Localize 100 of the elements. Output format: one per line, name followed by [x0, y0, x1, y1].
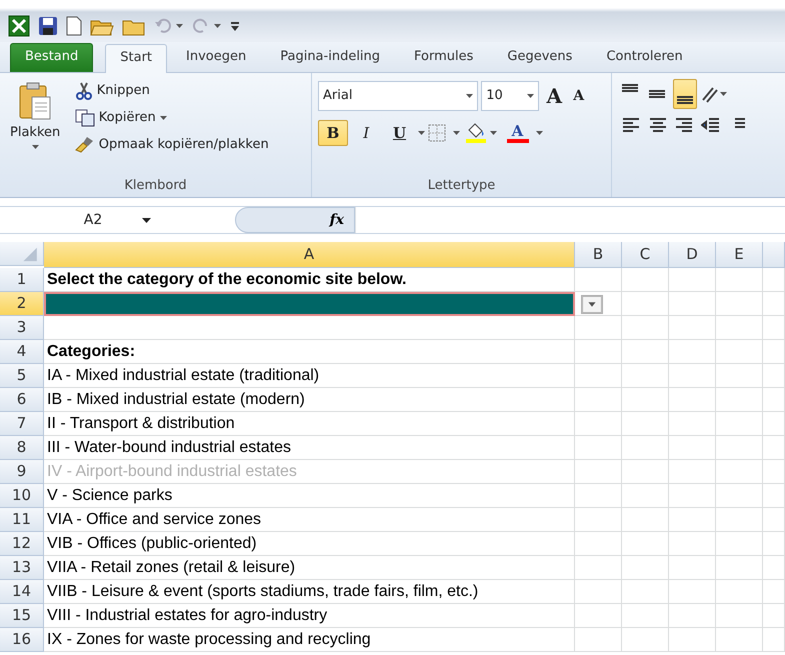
- row-header[interactable]: 11: [0, 508, 44, 532]
- row-header[interactable]: 2: [0, 292, 44, 316]
- table-cell: [622, 436, 669, 460]
- table-cell: [716, 604, 763, 628]
- table-cell: [669, 364, 716, 388]
- input-cell[interactable]: [44, 292, 575, 316]
- table-cell: [763, 628, 785, 652]
- table-cell: [622, 340, 669, 364]
- row-header[interactable]: 16: [0, 628, 44, 652]
- table-cell: [763, 580, 785, 604]
- row-header[interactable]: 6: [0, 388, 44, 412]
- table-cell: [716, 316, 763, 340]
- customize-toolbar-icon[interactable]: [230, 20, 240, 32]
- table-cell: III - Water-bound industrial estates: [44, 436, 575, 460]
- ribbon-tab[interactable]: Gegevens: [492, 43, 588, 72]
- column-header[interactable]: B: [575, 242, 622, 268]
- row-header[interactable]: 12: [0, 532, 44, 556]
- table-cell: VIIA - Retail zones (retail & leisure): [44, 556, 575, 580]
- table-cell: [763, 508, 785, 532]
- row-header[interactable]: 9: [0, 460, 44, 484]
- table-cell: [575, 436, 622, 460]
- table-cell: [763, 556, 785, 580]
- decrease-indent-icon[interactable]: [700, 116, 721, 134]
- row-header[interactable]: 15: [0, 604, 44, 628]
- font-size-field[interactable]: 10: [481, 81, 540, 111]
- table-cell: [669, 532, 716, 556]
- row-header[interactable]: 7: [0, 412, 44, 436]
- format-painter-button[interactable]: Opmaak kopiëren/plakken: [70, 132, 273, 156]
- table-cell: [575, 604, 622, 628]
- table-cell: [575, 460, 622, 484]
- table-cell: [716, 556, 763, 580]
- align-left-icon[interactable]: [621, 116, 642, 134]
- table-cell: [716, 460, 763, 484]
- undo-icon[interactable]: [154, 18, 184, 34]
- table-cell: [575, 628, 622, 652]
- save-icon[interactable]: [38, 16, 58, 36]
- table-cell: IA - Mixed industrial estate (traditional): [44, 364, 575, 388]
- table-cell: [622, 604, 669, 628]
- table-cell: [669, 508, 716, 532]
- ribbon-tab[interactable]: Invoegen: [171, 43, 262, 72]
- table-cell: [622, 532, 669, 556]
- table-cell: [575, 388, 622, 412]
- table-cell: [763, 460, 785, 484]
- borders-icon[interactable]: [428, 124, 462, 142]
- table-cell: [669, 292, 716, 316]
- table-cell: [716, 532, 763, 556]
- underline-button[interactable]: U: [384, 120, 414, 146]
- column-header[interactable]: E: [716, 242, 763, 268]
- dropdown-arrow-icon[interactable]: [581, 295, 603, 314]
- name-box[interactable]: A2: [0, 210, 235, 230]
- table-cell: [622, 316, 669, 340]
- copy-button[interactable]: Kopiëren: [70, 106, 273, 130]
- font-color-button[interactable]: A: [502, 120, 532, 145]
- file-menu-tab[interactable]: Bestand: [10, 43, 94, 72]
- font-name-field[interactable]: Arial: [318, 81, 478, 111]
- table-cell: [575, 340, 622, 364]
- column-header[interactable]: C: [622, 242, 669, 268]
- row-header[interactable]: 8: [0, 436, 44, 460]
- italic-button[interactable]: I: [351, 120, 382, 146]
- align-right-icon[interactable]: [674, 116, 694, 134]
- table-cell: II - Transport & distribution: [44, 412, 575, 436]
- vertical-align-bottom-button[interactable]: [672, 79, 696, 109]
- row-header[interactable]: 14: [0, 580, 44, 604]
- align-icon: [649, 90, 666, 98]
- row-header[interactable]: 3: [0, 316, 44, 340]
- shrink-font-button[interactable]: A: [569, 84, 588, 108]
- table-cell: [716, 580, 763, 604]
- table-cell: [716, 412, 763, 436]
- new-document-icon[interactable]: [66, 16, 82, 36]
- table-cell: [575, 484, 622, 508]
- table-cell: [716, 388, 763, 412]
- row-header[interactable]: 4: [0, 340, 44, 364]
- table-cell: [763, 604, 785, 628]
- insert-function-button[interactable]: fx: [235, 207, 355, 233]
- row-header[interactable]: 13: [0, 556, 44, 580]
- column-header[interactable]: D: [669, 242, 716, 268]
- ribbon-tab[interactable]: Formules: [399, 43, 488, 72]
- bold-button[interactable]: B: [318, 120, 348, 146]
- row-header[interactable]: 5: [0, 364, 44, 388]
- table-cell: [622, 268, 669, 292]
- table-cell: [669, 388, 716, 412]
- grow-font-button[interactable]: A: [542, 79, 566, 113]
- redo-icon[interactable]: [192, 18, 222, 34]
- table-cell: [669, 460, 716, 484]
- table-cell: [763, 364, 785, 388]
- ribbon-tab[interactable]: Start: [105, 44, 168, 73]
- table-cell: VIIB - Leisure & event (sports stadiums, trade fairs, film, etc.): [44, 580, 575, 604]
- column-header[interactable]: A: [44, 242, 575, 268]
- ribbon-tab[interactable]: Controleren: [591, 43, 698, 72]
- fill-color-icon[interactable]: [465, 122, 500, 144]
- ribbon-tab[interactable]: Pagina-indeling: [265, 43, 396, 72]
- group-label: Lettertype: [428, 176, 496, 194]
- paste-button[interactable]: Plakken: [6, 79, 64, 156]
- align-center-icon[interactable]: [648, 116, 668, 134]
- row-header[interactable]: 10: [0, 484, 44, 508]
- caret-icon: [466, 94, 473, 98]
- font-color-swatch: [506, 138, 528, 143]
- cut-button[interactable]: Knippen: [70, 79, 273, 102]
- table-cell: [575, 508, 622, 532]
- row-header[interactable]: 1: [0, 268, 44, 292]
